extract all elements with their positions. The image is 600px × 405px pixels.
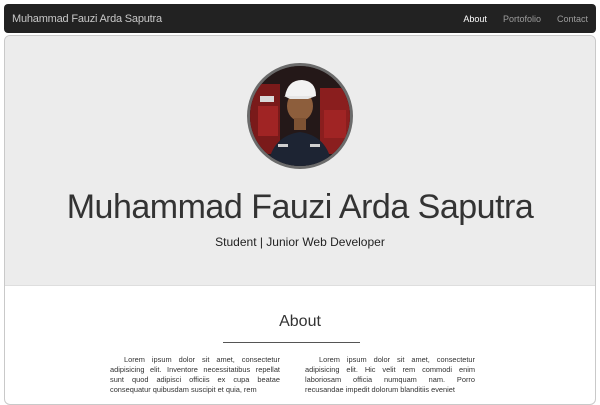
about-divider	[223, 342, 360, 343]
nav-link-portofolio[interactable]: Portofolio	[503, 14, 541, 24]
avatar	[247, 63, 353, 169]
hero-tagline: Student | Junior Web Developer	[215, 235, 385, 249]
nav-links: About Portofolio Contact	[447, 14, 588, 24]
page-content: Muhammad Fauzi Arda Saputra Student | Ju…	[4, 35, 596, 405]
about-paragraph-right: Lorem ipsum dolor sit amet, consectetur …	[305, 355, 475, 394]
hero-section: Muhammad Fauzi Arda Saputra Student | Ju…	[5, 36, 595, 286]
hero-name: Muhammad Fauzi Arda Saputra	[66, 188, 534, 226]
nav-link-about[interactable]: About	[463, 14, 487, 24]
navbar: Muhammad Fauzi Arda Saputra About Portof…	[4, 4, 596, 33]
nav-link-contact[interactable]: Contact	[557, 14, 588, 24]
brand-title[interactable]: Muhammad Fauzi Arda Saputra	[12, 13, 162, 25]
about-heading: About	[279, 313, 321, 330]
profile-photo	[250, 66, 350, 166]
about-paragraph-left: Lorem ipsum dolor sit amet, consectetur …	[110, 355, 280, 394]
